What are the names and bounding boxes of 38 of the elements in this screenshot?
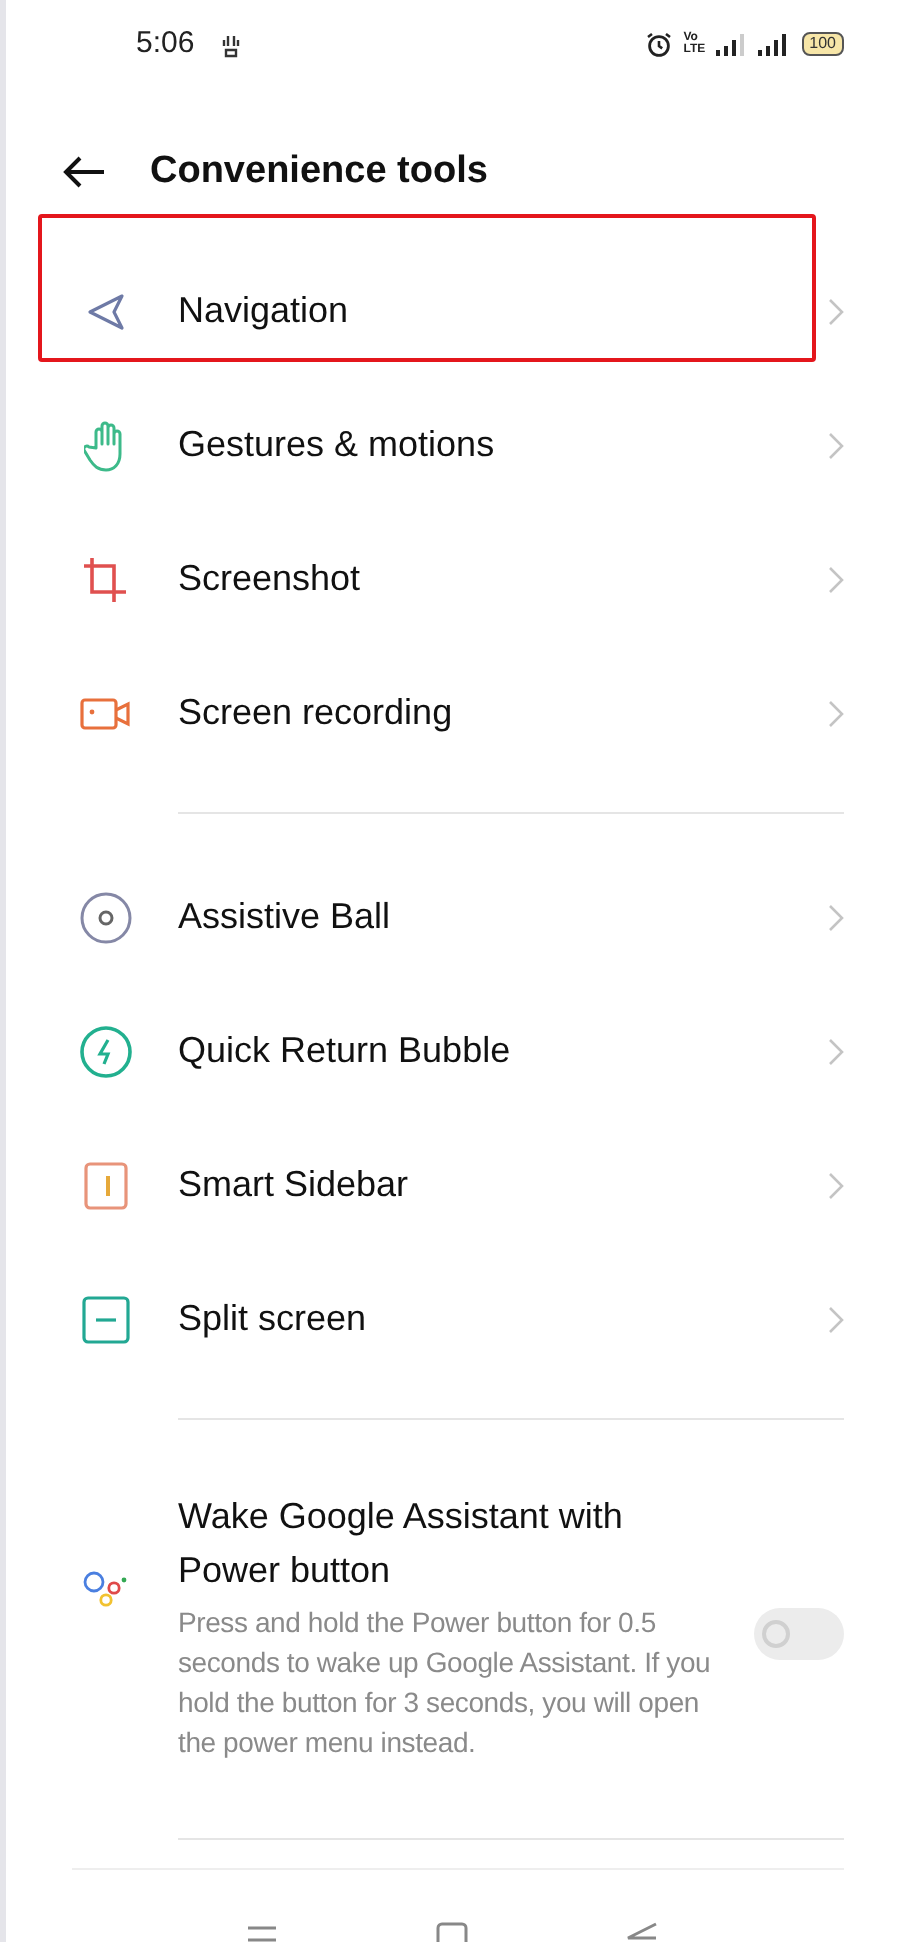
toggle-switch[interactable]: [754, 1608, 844, 1660]
lightning-circle-icon: [80, 1025, 132, 1077]
alarm-icon: [645, 31, 672, 57]
assistant-icon: [82, 1570, 130, 1610]
row-label[interactable]: Navigation: [178, 284, 828, 338]
setting-description: Press and hold the Power button for 0.5 seconds to wake up Google Assistant. If you hold the button for 3 seconds, you will open the power menu instead.: [178, 1604, 713, 1762]
row-label[interactable]: Screen recording: [178, 686, 828, 740]
navigation-arrow-icon: [84, 289, 128, 333]
row-label[interactable]: Smart Sidebar: [178, 1158, 828, 1212]
row-label[interactable]: Gestures & motions: [178, 418, 828, 472]
sidebar-icon: [84, 1161, 128, 1209]
chevron-icon: [828, 903, 844, 931]
chevron-icon: [828, 565, 844, 593]
chevron-icon: [828, 1305, 844, 1333]
back-icon[interactable]: [62, 156, 106, 188]
row-label[interactable]: Quick Return Bubble: [178, 1024, 828, 1078]
home-icon[interactable]: [435, 1922, 468, 1942]
chevron-icon: [828, 1171, 844, 1199]
row-label[interactable]: Split screen: [178, 1292, 828, 1346]
hand-icon: [84, 419, 128, 471]
sim-icon: [222, 31, 241, 57]
setting-title: Wake Google Assistant with Power button: [178, 1494, 625, 1594]
split-screen-icon: [82, 1295, 130, 1343]
signal-icon: [715, 33, 746, 55]
chevron-icon: [828, 431, 844, 459]
row-label[interactable]: Assistive Ball: [178, 890, 828, 944]
signal-icon: [757, 33, 788, 55]
chevron-icon: [828, 699, 844, 727]
video-camera-icon: [80, 695, 132, 731]
chevron-icon: [828, 1037, 844, 1065]
chevron-icon: [828, 297, 844, 325]
menu-icon[interactable]: [245, 1926, 278, 1942]
battery-indicator: 100: [801, 32, 844, 56]
ring-icon: [80, 891, 132, 943]
crop-icon: [82, 555, 130, 603]
row-label[interactable]: Screenshot: [178, 552, 828, 606]
clock: 5:06: [136, 23, 195, 64]
page-title: Convenience tools: [150, 147, 488, 196]
